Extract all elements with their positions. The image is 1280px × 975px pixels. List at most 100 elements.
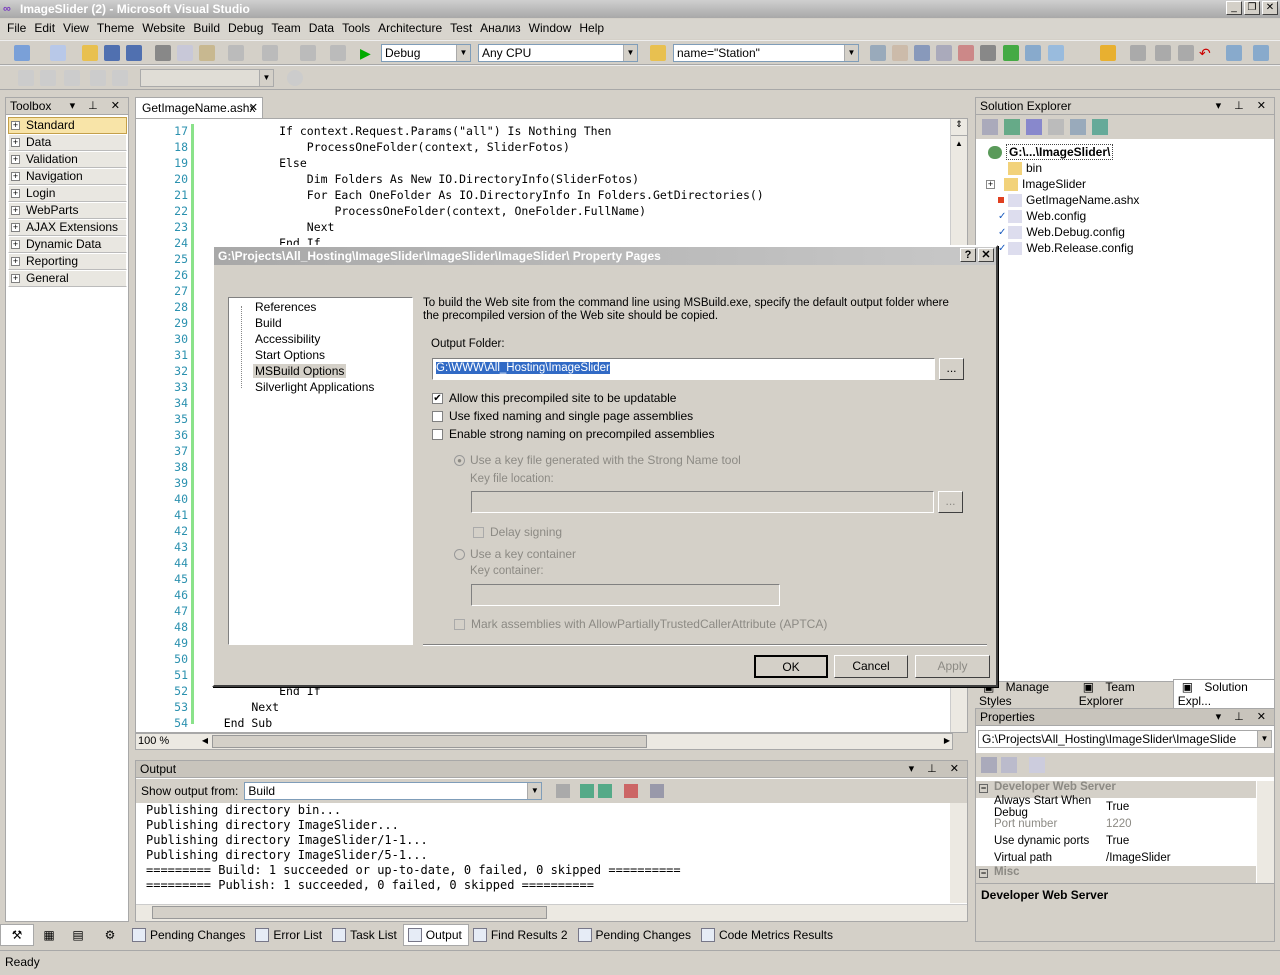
uncomment-icon[interactable] — [90, 70, 106, 86]
browse-key-file-button[interactable]: ... — [938, 491, 963, 513]
strong-naming-checkbox[interactable]: Enable strong naming on precompiled asse… — [432, 427, 714, 441]
outdent-icon[interactable] — [40, 70, 56, 86]
prop-row[interactable]: Always Start When Debug True — [976, 795, 1256, 819]
menu-website[interactable]: Website — [139, 19, 190, 39]
tab-task-list[interactable]: Task List — [328, 924, 403, 946]
clear-all-icon[interactable] — [624, 784, 639, 798]
scroll-left-icon[interactable]: ◀ — [198, 736, 212, 748]
indent-icon[interactable] — [18, 70, 34, 86]
prev-message-icon[interactable] — [580, 784, 595, 798]
redo-icon[interactable] — [262, 45, 278, 61]
expand-icon[interactable]: + — [986, 179, 995, 189]
tab-team-explorer[interactable]: ▣ Team Explorer — [1075, 680, 1173, 708]
panel-pin-close-icons[interactable]: ▾ ⊥ ✕ — [70, 99, 125, 112]
restore-button[interactable]: ❐ — [1244, 1, 1260, 15]
toolbox-tab-icon[interactable]: ⚒ — [0, 924, 34, 946]
menu-window[interactable]: Window — [526, 19, 577, 39]
tool-icon-5[interactable] — [958, 45, 974, 61]
save-all-icon[interactable] — [126, 45, 142, 61]
tool-icon-13[interactable] — [1178, 45, 1194, 61]
dialog-close-button[interactable]: ✕ — [978, 248, 994, 262]
refresh-icon[interactable] — [1004, 119, 1020, 135]
server-explorer-icon[interactable]: ▦ — [34, 928, 64, 942]
copy-website-icon[interactable] — [1048, 119, 1064, 135]
aptca-checkbox[interactable]: Mark assemblies with AllowPartiallyTrust… — [454, 617, 827, 631]
panel-pin-close-icons[interactable]: ▾ ⊥ ✕ — [1216, 99, 1271, 112]
apply-button[interactable]: Apply — [915, 655, 990, 678]
start-debugging-icon[interactable]: ▶ — [360, 45, 376, 61]
alphabetical-icon[interactable] — [1001, 757, 1017, 773]
view-designer-icon[interactable] — [1070, 119, 1086, 135]
scroll-thumb[interactable] — [152, 906, 547, 919]
tool-icon-8[interactable] — [1025, 45, 1041, 61]
property-pages-icon[interactable] — [1029, 757, 1045, 773]
next-message-icon[interactable] — [598, 784, 613, 798]
tree-item-webconfig[interactable]: ✓ Web.config — [998, 209, 1086, 223]
tab-code-metrics[interactable]: Code Metrics Results — [697, 924, 839, 946]
panel-pin-close-icons[interactable]: ▾ ⊥ ✕ — [909, 762, 964, 775]
browse-output-button[interactable]: ... — [939, 358, 964, 380]
menu-team[interactable]: Team — [268, 19, 305, 39]
prop-row[interactable]: Virtual path/ImageSlider — [976, 849, 1256, 866]
toolbox-tab-standard[interactable]: + Standard — [8, 117, 127, 134]
add-item-icon[interactable] — [50, 45, 66, 61]
zoom-level[interactable]: 100 % — [138, 735, 169, 747]
navigate-forward-icon[interactable] — [330, 45, 346, 61]
fixed-naming-checkbox[interactable]: Use fixed naming and single page assembl… — [432, 409, 693, 423]
find-in-files-icon[interactable] — [650, 45, 666, 61]
minimize-button[interactable]: _ — [1226, 1, 1242, 15]
nest-icon[interactable] — [1026, 119, 1042, 135]
collapse-icon[interactable]: − — [979, 784, 988, 793]
close-icon[interactable]: ✕ — [249, 101, 258, 114]
tool-icon-10[interactable] — [1100, 45, 1116, 61]
tool-icon-14[interactable] — [1226, 45, 1242, 61]
scroll-thumb[interactable] — [212, 735, 647, 748]
panel-pin-close-icons[interactable]: ▾ ⊥ ✕ — [1216, 710, 1271, 723]
scroll-right-icon[interactable]: ▶ — [944, 736, 950, 745]
stop-icon[interactable] — [287, 70, 303, 86]
find-combo[interactable]: name="Station" ▼ — [673, 44, 859, 62]
delay-signing-checkbox[interactable]: Delay signing — [473, 525, 562, 539]
solution-configuration-combo[interactable]: Debug ▼ — [381, 44, 471, 62]
toolbox-tab-data[interactable]: + Data — [8, 134, 127, 151]
cut-icon[interactable] — [155, 45, 171, 61]
menu-architecture[interactable]: Architecture — [375, 19, 447, 39]
prop-row[interactable]: Use dynamic ports True — [976, 832, 1256, 849]
tool-icon-12[interactable] — [1155, 45, 1171, 61]
key-container-input[interactable] — [471, 584, 780, 606]
bookmark-icon[interactable] — [112, 70, 128, 86]
menu-file[interactable]: File — [4, 19, 31, 39]
document-outline-icon[interactable]: ▤ — [64, 928, 92, 942]
toolbox-tab-login[interactable]: + Login — [8, 185, 127, 202]
tool-icon-15[interactable] — [1253, 45, 1269, 61]
output-vertical-scrollbar[interactable] — [950, 803, 967, 903]
open-folder-icon[interactable] — [82, 45, 98, 61]
updatable-checkbox[interactable]: ✔ Allow this precompiled site to be updat… — [432, 391, 676, 405]
tool-icon-11[interactable] — [1130, 45, 1146, 61]
find-message-icon[interactable] — [556, 784, 571, 798]
menu-tools[interactable]: Tools — [339, 19, 375, 39]
tool-icon-3[interactable] — [914, 45, 930, 61]
output-source-combo[interactable]: Build ▼ — [244, 782, 543, 800]
prop-row[interactable]: Port number 1220 — [976, 815, 1256, 832]
new-project-icon[interactable] — [14, 45, 30, 61]
key-file-location-input[interactable] — [471, 491, 934, 513]
tool-icon-2[interactable] — [892, 45, 908, 61]
menu-debug[interactable]: Debug — [225, 19, 268, 39]
paste-icon[interactable] — [199, 45, 215, 61]
tool-icon-4[interactable] — [936, 45, 952, 61]
cancel-button[interactable]: Cancel — [834, 655, 908, 678]
menu-build[interactable]: Build — [190, 19, 225, 39]
editor-horizontal-scrollbar[interactable]: 100 % ◀ ▶ — [135, 733, 953, 750]
categorized-icon[interactable] — [981, 757, 997, 773]
output-text[interactable]: Publishing directory bin... Publishing di… — [146, 803, 681, 893]
output-horizontal-scrollbar[interactable] — [136, 904, 967, 921]
class-view-icon[interactable]: ⚙ — [92, 928, 128, 942]
tab-find-results-2[interactable]: Find Results 2 — [469, 924, 574, 946]
scroll-up-icon[interactable]: ▲ — [952, 139, 966, 153]
toolbox-tab-reporting[interactable]: + Reporting — [8, 253, 127, 270]
tab-solution-explorer[interactable]: ▣ Solution Expl... — [1172, 678, 1275, 709]
menu-help[interactable]: Help — [576, 19, 609, 39]
tree-item-webreleaseconfig[interactable]: ✓ Web.Release.config — [998, 241, 1134, 255]
tab-error-list[interactable]: Error List — [251, 924, 328, 946]
